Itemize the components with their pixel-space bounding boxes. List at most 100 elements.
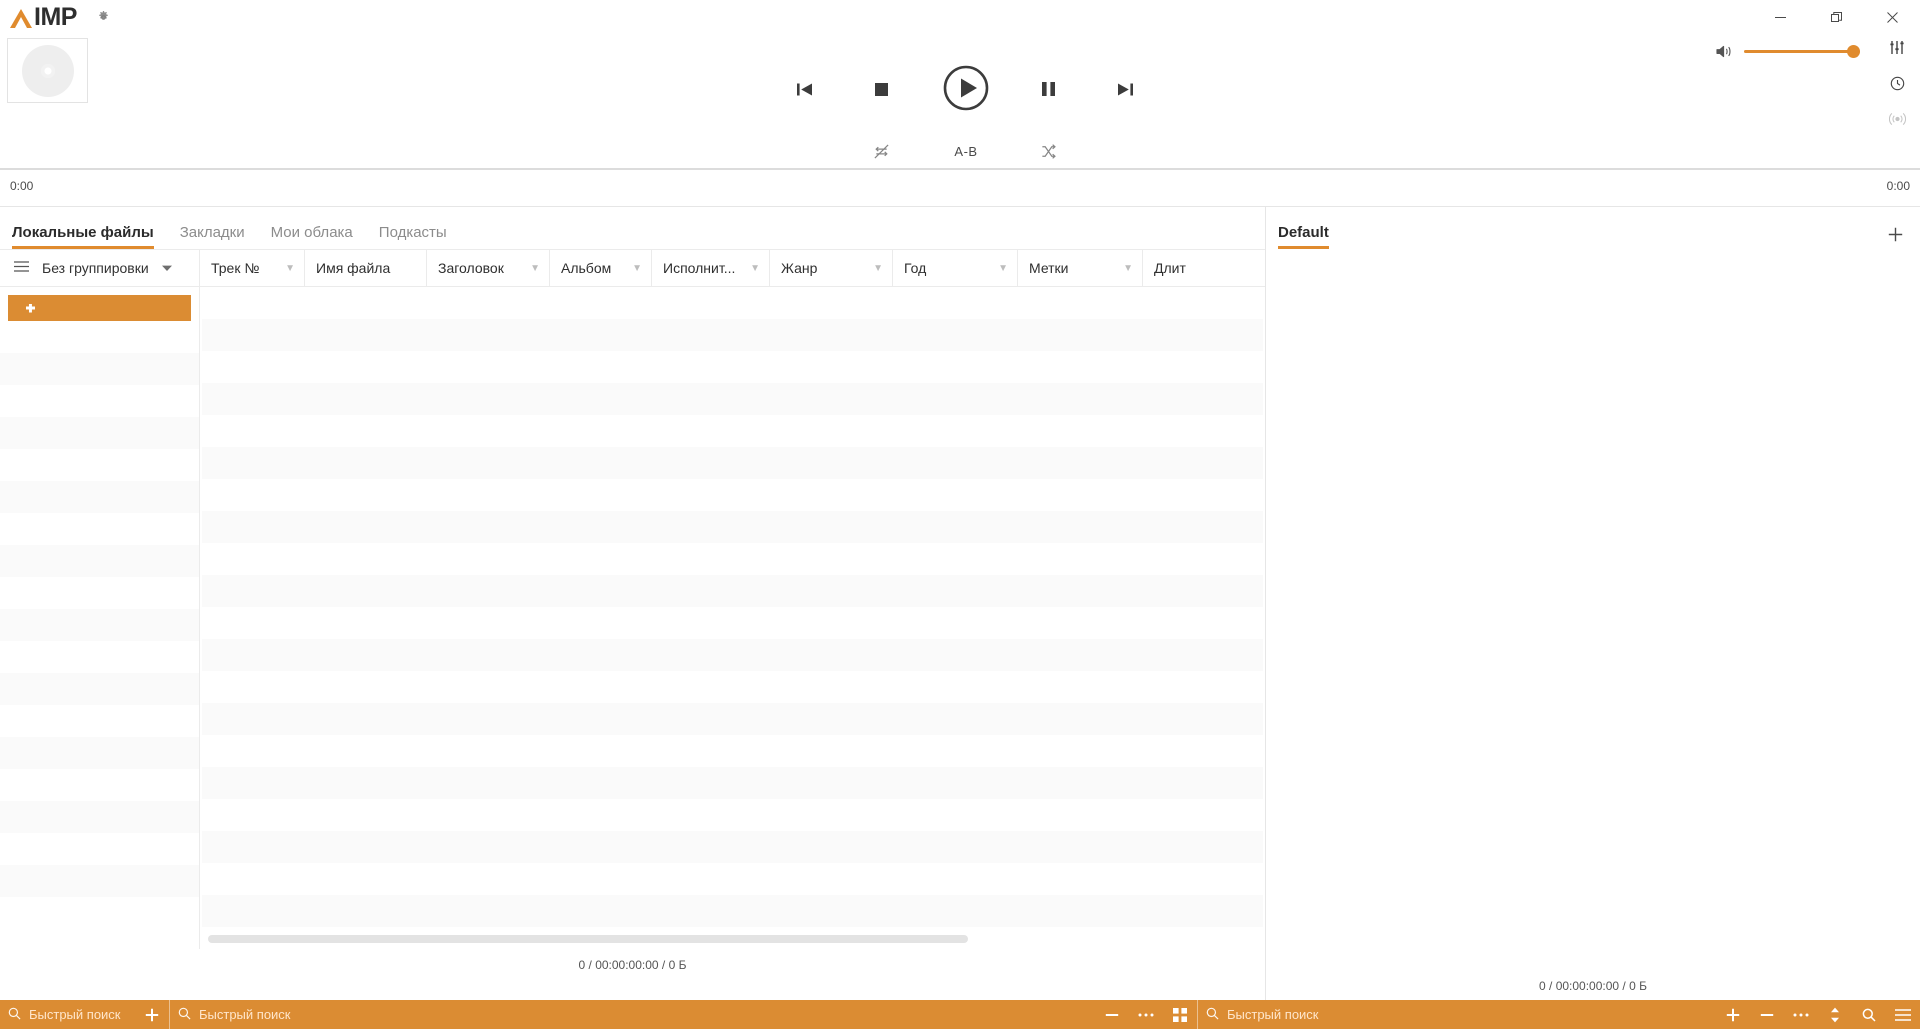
table-row[interactable] xyxy=(202,575,1263,607)
list-item[interactable] xyxy=(0,577,199,609)
volume-knob[interactable] xyxy=(1847,45,1860,58)
list-item[interactable] xyxy=(0,769,199,801)
stop-button[interactable] xyxy=(861,74,901,104)
repeat-button[interactable] xyxy=(861,138,901,164)
list-item[interactable] xyxy=(0,609,199,641)
tab-my-clouds[interactable]: Мои облака xyxy=(271,224,353,249)
column-header-title[interactable]: Заголовок ▼ xyxy=(427,250,550,286)
previous-track-button[interactable] xyxy=(785,74,825,104)
table-row[interactable] xyxy=(202,735,1263,767)
column-header-tags[interactable]: Метки ▼ xyxy=(1018,250,1143,286)
filter-icon[interactable]: ▼ xyxy=(998,263,1008,274)
list-item[interactable] xyxy=(0,801,199,833)
close-icon[interactable] xyxy=(1864,0,1920,34)
table-row[interactable] xyxy=(202,447,1263,479)
column-header-album[interactable]: Альбом ▼ xyxy=(550,250,652,286)
column-header-year[interactable]: Год ▼ xyxy=(893,250,1018,286)
table-row[interactable] xyxy=(202,287,1263,319)
minus-icon[interactable] xyxy=(1095,1000,1129,1029)
list-item[interactable] xyxy=(0,641,199,673)
table-row[interactable] xyxy=(202,671,1263,703)
filter-icon[interactable]: ▼ xyxy=(530,263,540,274)
sidebar-add-button[interactable] xyxy=(135,1000,169,1029)
column-header-duration[interactable]: Длит xyxy=(1143,250,1223,286)
playlist-search[interactable] xyxy=(170,1000,1095,1029)
horizontal-scrollbar[interactable] xyxy=(208,935,1265,943)
column-header-genre[interactable]: Жанр ▼ xyxy=(770,250,893,286)
sort-updown-icon[interactable] xyxy=(1818,1000,1852,1029)
list-item[interactable] xyxy=(0,737,199,769)
column-header-file-name[interactable]: Имя файла xyxy=(305,250,427,286)
grid-view-icon[interactable] xyxy=(1163,1000,1197,1029)
seek-slider[interactable] xyxy=(0,168,1920,170)
list-item[interactable] xyxy=(0,481,199,513)
table-row[interactable] xyxy=(202,863,1263,895)
pause-button[interactable] xyxy=(1028,74,1068,104)
list-item[interactable] xyxy=(0,417,199,449)
gear-icon[interactable] xyxy=(95,8,113,26)
next-track-button[interactable] xyxy=(1104,74,1144,104)
table-row[interactable] xyxy=(202,351,1263,383)
plus-icon[interactable] xyxy=(1716,1000,1750,1029)
clock-icon[interactable] xyxy=(1884,72,1910,94)
list-item[interactable] xyxy=(0,321,199,353)
list-item[interactable] xyxy=(0,673,199,705)
list-item[interactable] xyxy=(0,545,199,577)
volume-slider[interactable] xyxy=(1744,45,1860,59)
speaker-icon[interactable] xyxy=(1716,44,1733,59)
tab-podcasts[interactable]: Подкасты xyxy=(379,224,447,249)
queue-search[interactable] xyxy=(1198,1000,1716,1029)
filter-icon[interactable]: ▼ xyxy=(285,263,295,274)
table-row[interactable] xyxy=(202,607,1263,639)
table-row[interactable] xyxy=(202,511,1263,543)
table-row[interactable] xyxy=(202,543,1263,575)
sidebar-search-input[interactable] xyxy=(29,1007,127,1022)
list-item[interactable] xyxy=(0,865,199,897)
table-row[interactable] xyxy=(202,767,1263,799)
search-icon[interactable] xyxy=(1852,1000,1886,1029)
table-row[interactable] xyxy=(202,895,1263,927)
queue-search-input[interactable] xyxy=(1227,1007,1708,1022)
table-row[interactable] xyxy=(202,799,1263,831)
queue-status: 0 / 00:00:00:00 / 0 Б xyxy=(1539,979,1647,993)
tab-bookmarks[interactable]: Закладки xyxy=(180,224,245,249)
table-row[interactable] xyxy=(202,479,1263,511)
list-item[interactable] xyxy=(0,385,199,417)
list-item[interactable] xyxy=(0,353,199,385)
ab-repeat-button[interactable]: A-B xyxy=(940,138,992,164)
table-row[interactable] xyxy=(202,831,1263,863)
queue-list[interactable] xyxy=(1266,249,1920,970)
add-playlist-button[interactable] xyxy=(1884,223,1906,245)
menu-icon[interactable] xyxy=(1886,1000,1920,1029)
table-row[interactable] xyxy=(202,639,1263,671)
minimize-icon[interactable] xyxy=(1752,0,1808,34)
column-header-artist[interactable]: Исполнит... ▼ xyxy=(652,250,770,286)
playlist-search-input[interactable] xyxy=(199,1007,1087,1022)
tab-local-files[interactable]: Локальные файлы xyxy=(12,224,154,249)
minus-icon[interactable] xyxy=(1750,1000,1784,1029)
filter-icon[interactable]: ▼ xyxy=(750,263,760,274)
play-button[interactable] xyxy=(940,62,992,114)
tab-default[interactable]: Default xyxy=(1278,224,1329,249)
list-item[interactable] xyxy=(0,833,199,865)
list-item[interactable] xyxy=(0,449,199,481)
broadcast-icon[interactable] xyxy=(1884,108,1910,130)
group-sidebar-selected-item[interactable] xyxy=(8,295,191,321)
column-header-track-no[interactable]: Трек № ▼ xyxy=(200,250,305,286)
filter-icon[interactable]: ▼ xyxy=(873,263,883,274)
sidebar-search[interactable] xyxy=(0,1000,135,1029)
table-row[interactable] xyxy=(202,415,1263,447)
filter-icon[interactable]: ▼ xyxy=(632,263,642,274)
table-row[interactable] xyxy=(202,319,1263,351)
table-row[interactable] xyxy=(202,383,1263,415)
ellipsis-icon[interactable] xyxy=(1129,1000,1163,1029)
shuffle-button[interactable] xyxy=(1028,138,1068,164)
filter-icon[interactable]: ▼ xyxy=(1123,263,1133,274)
grouping-selector[interactable]: Без группировки xyxy=(0,250,200,286)
restore-icon[interactable] xyxy=(1808,0,1864,34)
list-item[interactable] xyxy=(0,705,199,737)
ellipsis-icon[interactable] xyxy=(1784,1000,1818,1029)
list-item[interactable] xyxy=(0,513,199,545)
table-row[interactable] xyxy=(202,703,1263,735)
equalizer-icon[interactable] xyxy=(1884,36,1910,58)
